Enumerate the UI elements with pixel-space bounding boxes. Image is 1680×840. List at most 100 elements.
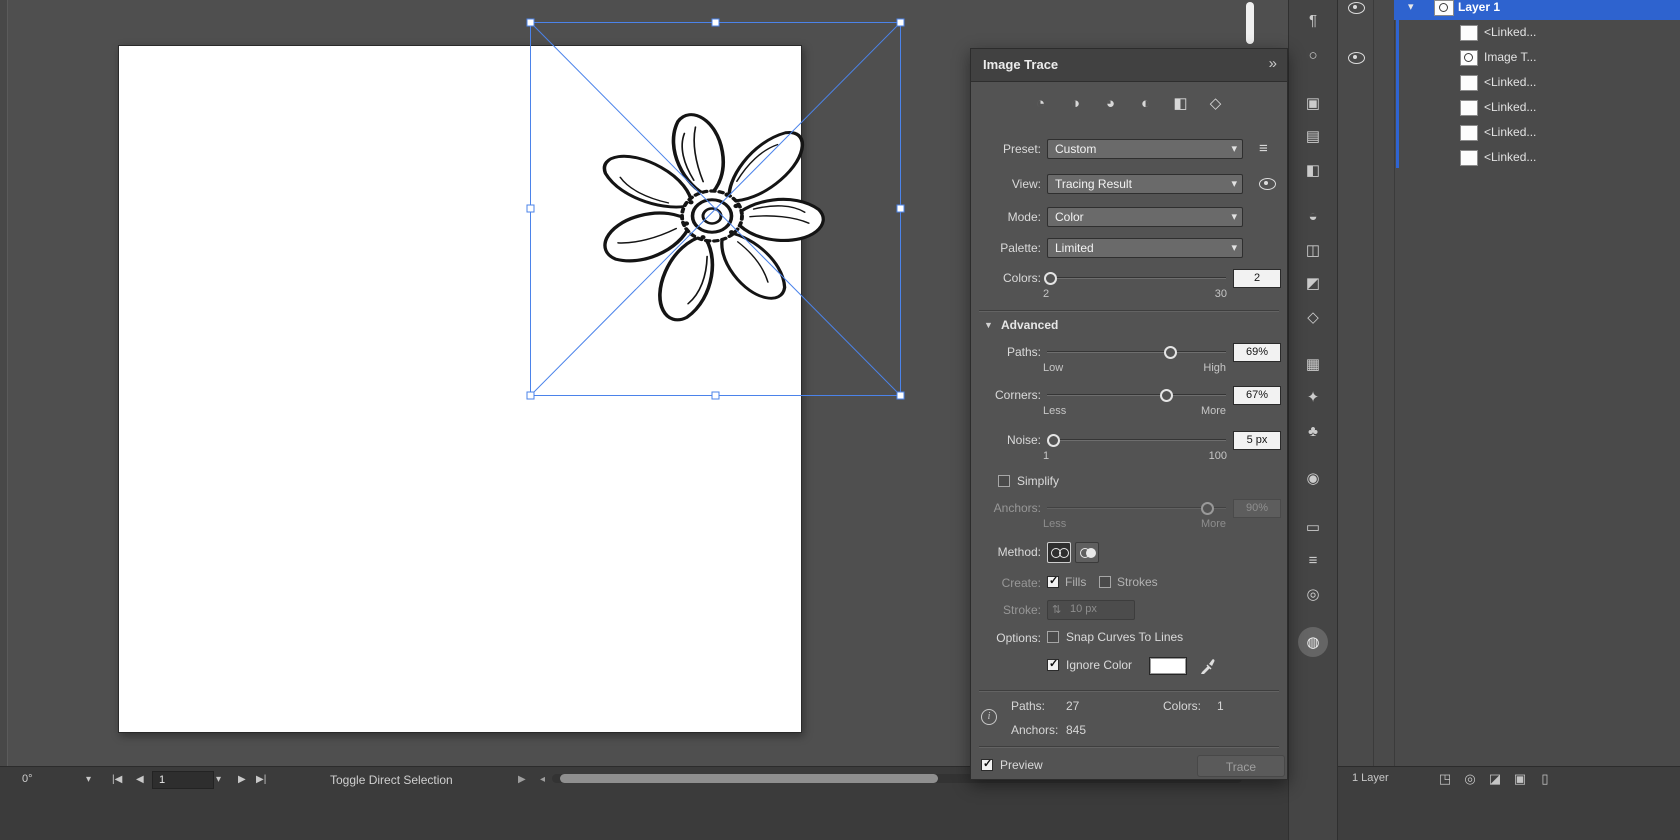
visibility-toggle[interactable] [1348,52,1365,67]
layer-name[interactable]: Layer 1 [1458,0,1500,20]
visibility-toggle[interactable] [1348,2,1365,17]
colors-label: Colors: [971,268,1041,288]
slider-track[interactable] [1047,439,1226,441]
item-name[interactable]: <Linked... [1484,145,1536,170]
strokes-checkbox[interactable] [1099,576,1111,588]
colors-slider[interactable] [1047,268,1226,288]
layer-item-row[interactable]: Image T... [1338,45,1680,70]
slider-thumb[interactable] [1160,389,1173,402]
corners-slider[interactable] [1047,385,1226,405]
slider-track[interactable] [1047,277,1226,279]
locate-object-icon[interactable]: ◎ [1459,771,1481,787]
paths-slider[interactable] [1047,342,1226,362]
layer-item-row[interactable]: <Linked... [1338,95,1680,120]
first-artboard-button[interactable]: |◀ [112,774,122,785]
paths-value-field[interactable]: 69% [1233,343,1281,362]
item-name[interactable]: <Linked... [1484,95,1536,120]
collapse-panel-icon[interactable]: » [1269,55,1277,72]
advanced-twisty-icon[interactable]: ▼ [984,320,993,330]
view-eye-icon[interactable] [1259,178,1276,190]
method-abutting-button[interactable] [1047,542,1071,563]
trace-button[interactable]: Trace [1197,755,1285,777]
outline-icon[interactable]: ◇ [1204,93,1227,115]
properties-panel-icon[interactable]: ≡ [1298,545,1328,575]
new-layer-icon[interactable]: ▣ [1509,771,1531,787]
ignore-color-label: Ignore Color [1066,659,1132,672]
expand-chevron-icon[interactable]: ▾ [1408,0,1414,13]
black-and-white-icon[interactable]: ◧ [1169,93,1192,115]
delete-layer-icon[interactable]: ▯ [1534,771,1556,787]
palette-dropdown[interactable]: Limited ▾ [1047,238,1243,258]
transparency-panel-icon[interactable]: ◎ [1298,579,1328,609]
rotation-chevron-icon[interactable]: ▾ [86,774,91,785]
info-paths-value: 27 [1066,699,1079,713]
color-guide-panel-icon[interactable]: ◫ [1298,235,1328,265]
previous-artboard-button[interactable]: ◀ [136,774,144,785]
preview-checkbox[interactable]: ✓ [981,759,993,771]
last-artboard-button[interactable]: ▶| [256,774,266,785]
appearance-panel-icon[interactable]: ◉ [1298,463,1328,493]
layer-item-row[interactable]: <Linked... [1338,120,1680,145]
next-artboard-button[interactable]: ▶ [238,774,246,785]
ignore-color-checkbox[interactable]: ✓ [1047,659,1059,671]
item-name[interactable]: Image T... [1484,45,1536,70]
scroll-left-arrow-icon[interactable]: ◂ [540,774,545,785]
corners-value-field[interactable]: 67% [1233,386,1281,405]
3d-panel-icon[interactable]: ◇ [1298,302,1328,332]
artboard-dropdown-chevron-icon[interactable]: ▾ [216,774,221,785]
artboard-number-field[interactable]: 1 [152,771,214,789]
rotation-value[interactable]: 0° [22,773,33,785]
align-panel-icon[interactable]: ▤ [1298,121,1328,151]
method-overlapping-button[interactable] [1075,542,1099,563]
gradient-panel-icon[interactable]: ◩ [1298,268,1328,298]
transform-panel-icon[interactable]: ▣ [1298,88,1328,118]
layer-item-row[interactable]: <Linked... [1338,20,1680,45]
layer-item-row[interactable]: <Linked... [1338,70,1680,95]
eyedropper-icon[interactable] [1199,656,1217,674]
symbols-panel-icon[interactable]: ♣ [1298,416,1328,446]
snap-curves-checkbox[interactable] [1047,631,1059,643]
stroke-panel-icon[interactable]: ○ [1298,40,1328,70]
status-flyout-icon[interactable]: ▶ [518,774,526,785]
item-name[interactable]: <Linked... [1484,120,1536,145]
stroke-label: Stroke: [971,600,1041,620]
slider-thumb[interactable] [1047,434,1060,447]
swatches-panel-icon[interactable]: ▦ [1298,349,1328,379]
fills-checkbox[interactable]: ✓ [1047,576,1059,588]
horizontal-scrollbar-thumb[interactable] [560,774,938,783]
pathfinder-panel-icon[interactable]: ◧ [1298,155,1328,185]
low-color-icon[interactable]: ◕ [1099,93,1122,115]
view-dropdown[interactable]: Tracing Result ▾ [1047,174,1243,194]
advanced-header[interactable]: ▼ Advanced [971,316,1287,336]
collect-export-icon[interactable]: ◳ [1434,771,1456,787]
brushes-panel-icon[interactable]: ✦ [1298,382,1328,412]
color-panel-icon[interactable]: ◒ [1298,201,1328,231]
paragraph-panel-icon[interactable]: ¶ [1298,5,1328,35]
preset-menu-icon[interactable]: ≡ [1259,141,1268,157]
noise-value-field[interactable]: 5 px [1233,431,1281,450]
item-name[interactable]: <Linked... [1484,70,1536,95]
create-label: Create: [971,573,1041,593]
artboards-panel-icon[interactable]: ▭ [1298,512,1328,542]
noise-slider[interactable] [1047,430,1226,450]
grayscale-icon[interactable]: ◐ [1134,93,1157,115]
ignore-color-swatch[interactable] [1149,657,1187,675]
slider-track[interactable] [1047,351,1226,353]
layer-item-row[interactable]: <Linked... [1338,145,1680,170]
layer-row[interactable]: ▾ Layer 1 [1338,0,1680,20]
make-mask-icon[interactable]: ◪ [1484,771,1506,787]
image-trace-panel-icon[interactable]: ◍ [1298,627,1328,657]
colors-value-field[interactable]: 2 [1233,269,1281,288]
anchors-min-label: Less [1043,518,1066,530]
simplify-checkbox[interactable] [998,475,1010,487]
slider-track[interactable] [1047,394,1226,396]
slider-thumb[interactable] [1044,272,1057,285]
mode-dropdown[interactable]: Color ▾ [1047,207,1243,227]
placed-flower-image[interactable] [587,112,837,322]
slider-thumb[interactable] [1164,346,1177,359]
high-color-icon[interactable]: ◑ [1064,93,1087,115]
document-vertical-scrollbar[interactable] [1246,2,1254,44]
auto-color-icon[interactable]: ◔ [1029,93,1052,115]
item-name[interactable]: <Linked... [1484,20,1536,45]
preset-dropdown[interactable]: Custom ▾ [1047,139,1243,159]
